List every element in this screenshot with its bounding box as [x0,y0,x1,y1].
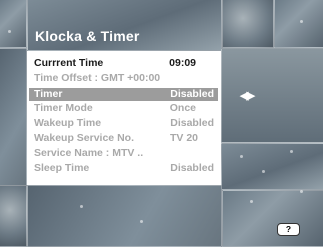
time-offset-label: Time Offset : GMT +00:00 [34,72,161,84]
menu-item-label: Wakeup Service No. [34,132,134,144]
current-time-row: Currrent Time 09:09 [29,57,218,70]
menu-item-label: Sleep Time [34,162,90,174]
menu-item-wakeup-service[interactable]: Wakeup Service No. TV 20 [29,132,218,145]
menu-item-label: Service Name : MTV .. [34,147,144,159]
menu-item-label: Timer [34,88,63,100]
menu-item-service-name[interactable]: Service Name : MTV .. [29,147,218,160]
menu-item-sleep-time[interactable]: Sleep Time Disabled [29,162,218,175]
menu-title: Klocka & Timer [35,28,140,44]
menu-item-value: TV 20 [169,132,198,144]
menu-item-label: Wakeup Time [34,117,102,129]
menu-item-value: Disabled [170,88,214,100]
menu-item-timer[interactable]: Timer Disabled [29,88,218,101]
time-offset-row: Time Offset : GMT +00:00 [29,72,218,85]
menu-item-label: Timer Mode [34,102,93,114]
help-button[interactable]: ? [277,223,300,236]
menu-item-value: Disabled [170,162,214,174]
left-right-arrows-icon: ◀▶ [240,90,255,102]
menu-item-value: Once [169,102,196,114]
menu-item-timer-mode[interactable]: Timer Mode Once [29,102,218,115]
current-time-value: 09:09 [169,57,196,69]
menu-item-value: Disabled [170,117,214,129]
menu-item-wakeup-time[interactable]: Wakeup Time Disabled [29,117,218,130]
current-time-label: Currrent Time [34,57,104,69]
